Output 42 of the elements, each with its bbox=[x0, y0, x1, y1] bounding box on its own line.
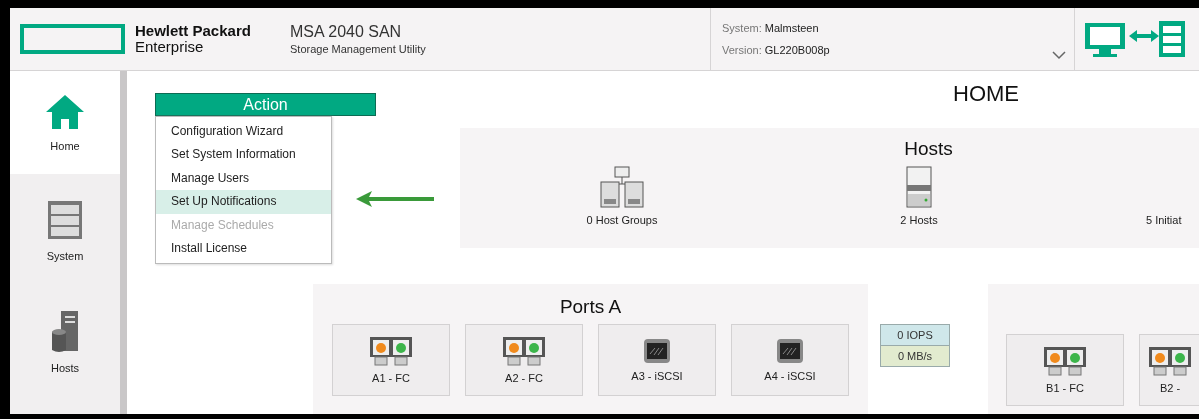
fc-port-icon bbox=[1043, 346, 1087, 376]
port-tile[interactable]: A3 - iSCSI bbox=[598, 324, 716, 396]
ethernet-port-icon bbox=[776, 338, 804, 364]
iops-value: 0 IOPS bbox=[881, 325, 949, 345]
chevron-down-icon[interactable] bbox=[1052, 51, 1066, 60]
fc-port-icon bbox=[369, 336, 413, 366]
ethernet-port-icon bbox=[643, 338, 671, 364]
menu-item[interactable]: Set System Information bbox=[156, 143, 331, 167]
brand-name: Hewlett Packard bbox=[135, 23, 252, 39]
host-group-icon bbox=[599, 166, 645, 208]
port-tile[interactable]: B1 - FC bbox=[1006, 334, 1124, 406]
host-storage-connection-icon bbox=[1083, 19, 1187, 59]
panel-title: Hosts bbox=[904, 138, 953, 160]
arrow-icon bbox=[356, 191, 434, 207]
page-title: HOME bbox=[952, 81, 1020, 107]
sidebar-item[interactable]: Hosts bbox=[10, 287, 120, 397]
server-icon bbox=[906, 166, 932, 208]
sidebar-item[interactable]: Home bbox=[10, 71, 120, 174]
system-name: System: Malmsteen bbox=[722, 21, 820, 36]
fc-port-icon bbox=[502, 336, 546, 366]
port-tile[interactable]: A4 - iSCSI bbox=[731, 324, 849, 396]
host-count[interactable]: 2 Hosts bbox=[900, 214, 938, 226]
panel-title: Ports A bbox=[559, 296, 622, 318]
product-name: MSA 2040 SAN bbox=[290, 21, 403, 42]
host-count[interactable]: 0 Host Groups bbox=[586, 214, 658, 226]
hosts-icon bbox=[51, 310, 79, 352]
menu-item[interactable]: Install License bbox=[156, 237, 331, 261]
rate-value: 0 MB/s bbox=[881, 345, 949, 366]
host-count[interactable]: 5 Initiat bbox=[1146, 214, 1182, 226]
port-tile[interactable]: A1 - FC bbox=[332, 324, 450, 396]
menu-item[interactable]: Set Up Notifications bbox=[156, 190, 331, 214]
server-icon bbox=[47, 199, 83, 240]
menu-item[interactable]: Configuration Wizard bbox=[156, 120, 331, 144]
fc-port-icon bbox=[1148, 346, 1192, 376]
port-tile[interactable]: B2 - bbox=[1139, 334, 1199, 406]
home-icon bbox=[45, 93, 85, 130]
sidebar-item[interactable]: System bbox=[10, 174, 120, 287]
menu-item[interactable]: Manage Users bbox=[156, 166, 331, 191]
port-tile[interactable]: A2 - FC bbox=[465, 324, 583, 396]
brand-name: Enterprise bbox=[135, 39, 205, 55]
system-version: Version: GL220B008p bbox=[722, 43, 830, 58]
product-subtitle: Storage Management Utility bbox=[290, 41, 427, 57]
